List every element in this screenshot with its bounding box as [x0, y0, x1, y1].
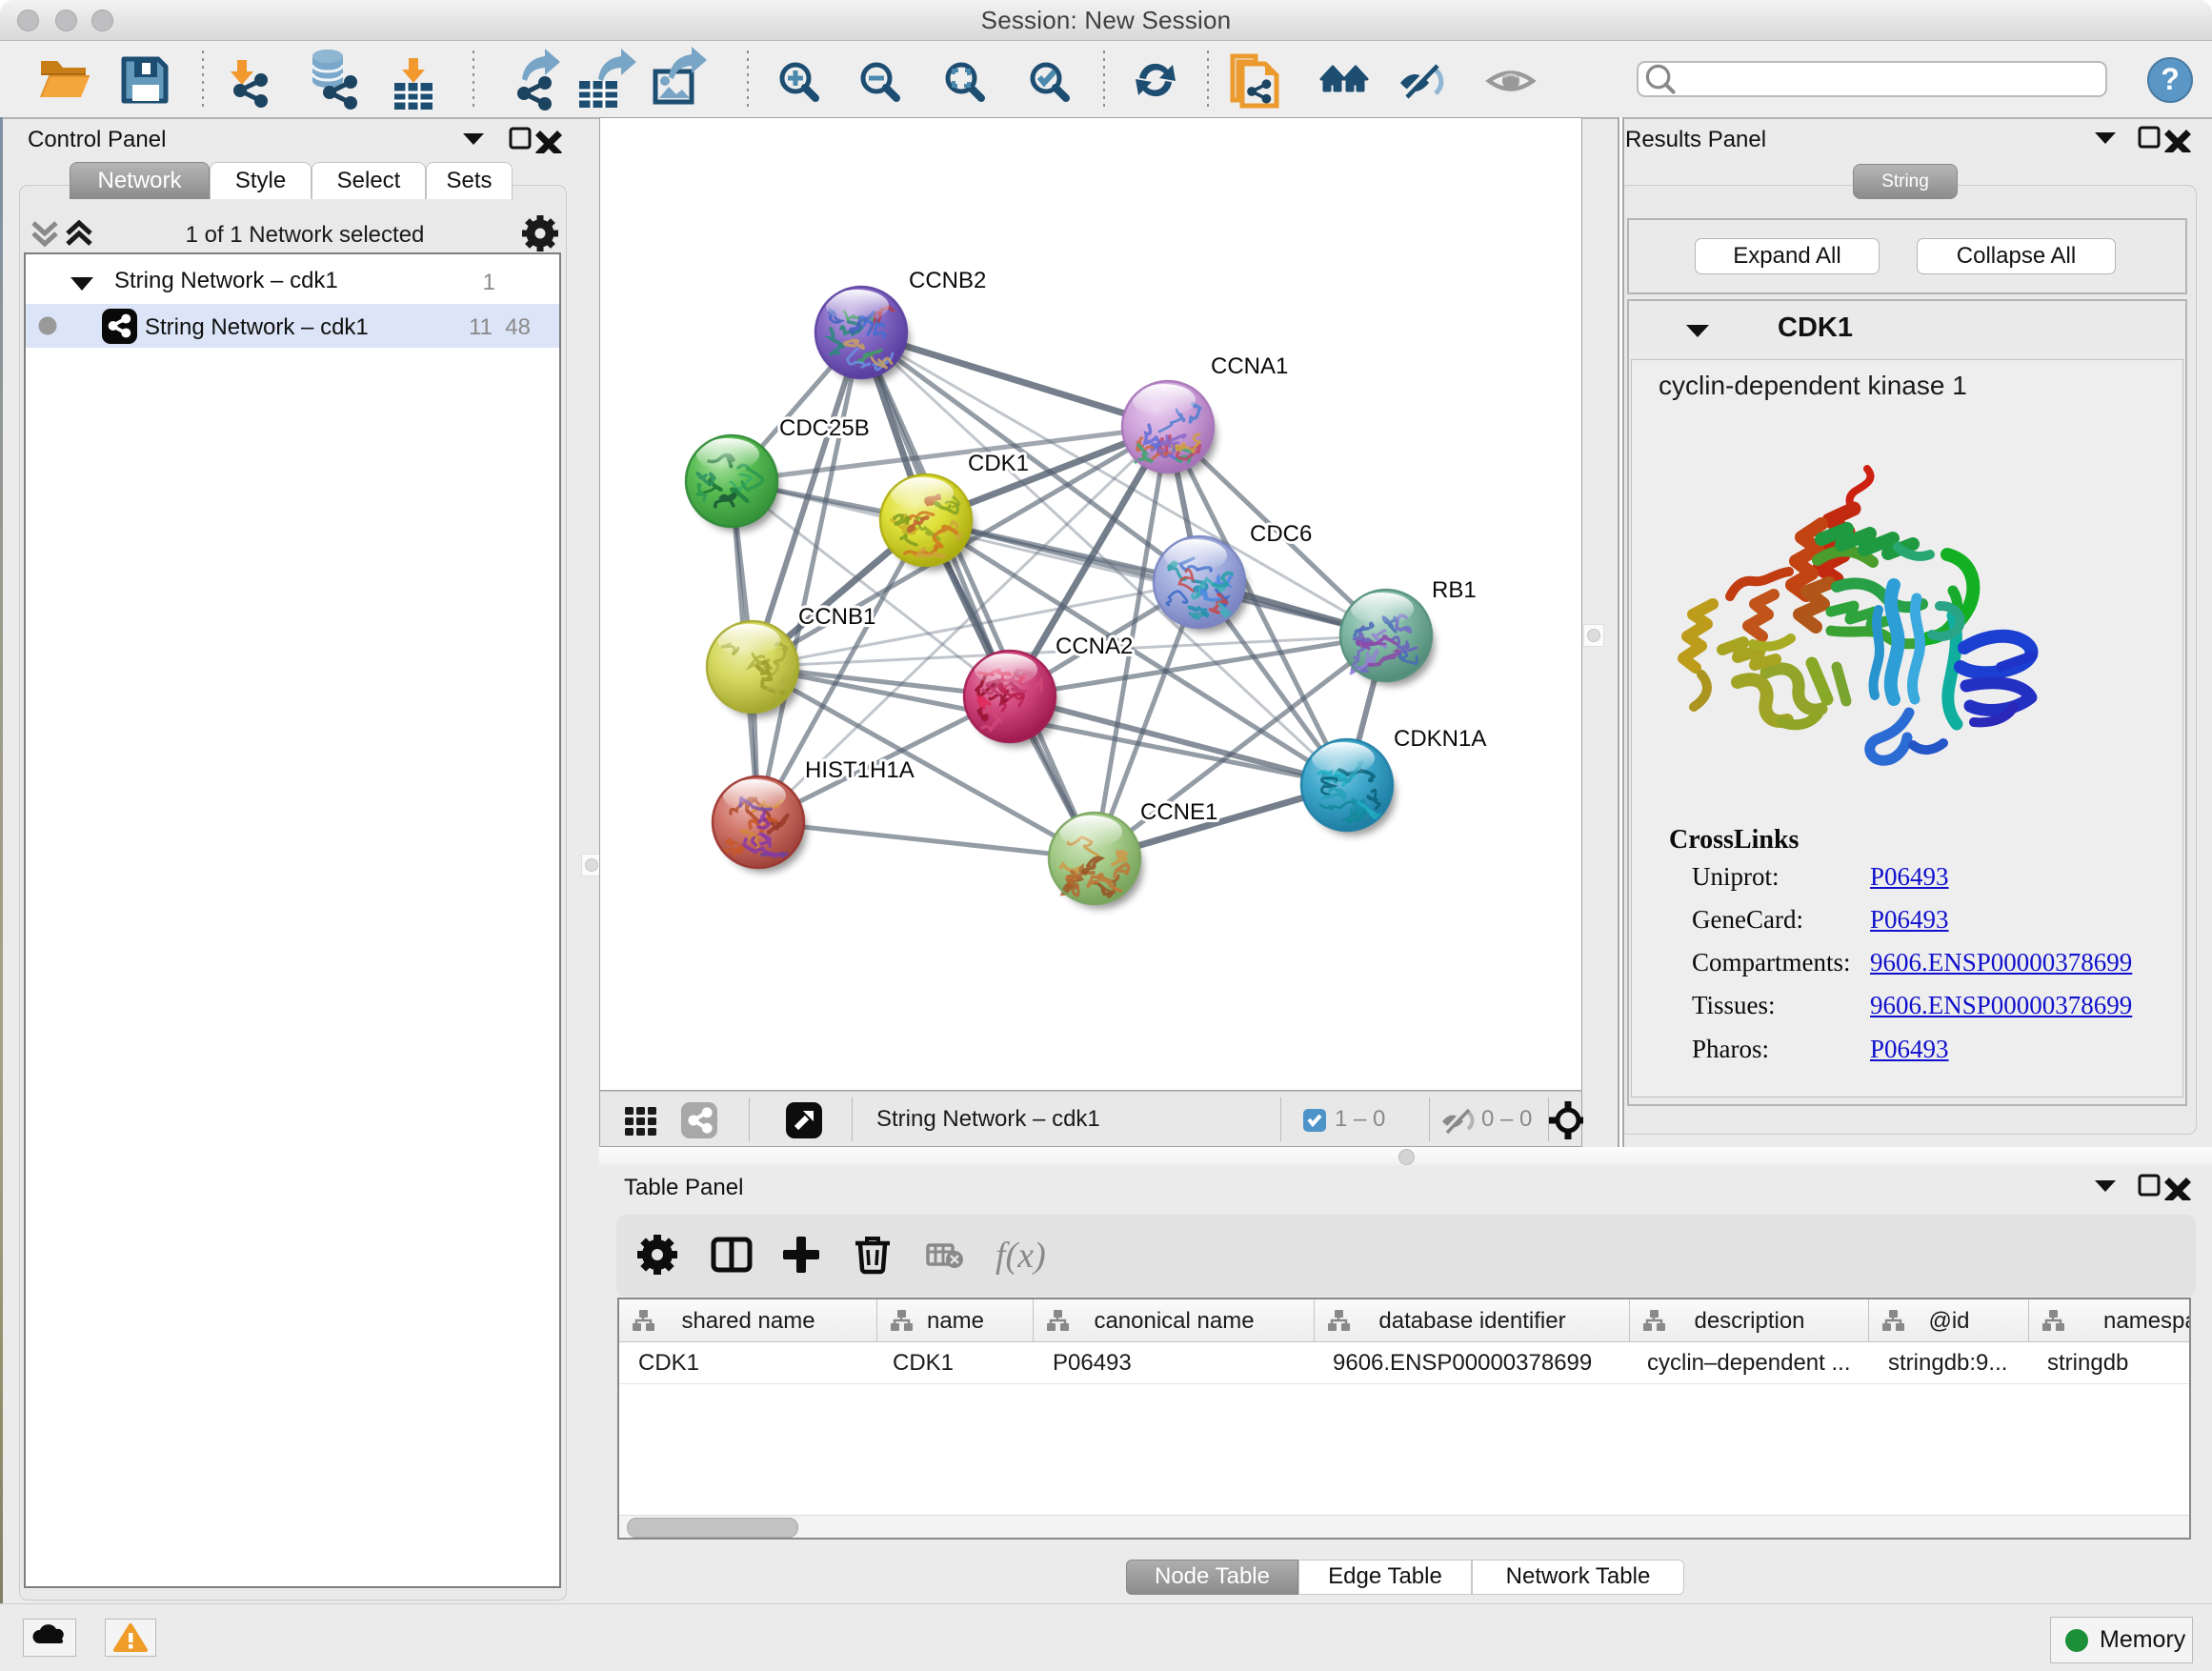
svg-text:CDK1: CDK1: [968, 451, 1029, 476]
svg-text:CDKN1A: CDKN1A: [1394, 726, 1486, 752]
svg-text:CCNA2: CCNA2: [1056, 634, 1133, 659]
svg-text:CDC6: CDC6: [1250, 521, 1312, 547]
svg-text:RB1: RB1: [1432, 577, 1477, 603]
svg-text:CCNE1: CCNE1: [1140, 799, 1217, 825]
svg-text:?: ?: [2161, 62, 2180, 96]
svg-text:CDC25B: CDC25B: [779, 415, 870, 441]
svg-text:f(x): f(x): [995, 1236, 1046, 1276]
svg-text:HIST1H1A: HIST1H1A: [805, 757, 915, 783]
svg-text:CCNB1: CCNB1: [798, 604, 875, 630]
svg-text:CCNA1: CCNA1: [1211, 353, 1288, 379]
svg-text:CCNB2: CCNB2: [909, 268, 986, 293]
